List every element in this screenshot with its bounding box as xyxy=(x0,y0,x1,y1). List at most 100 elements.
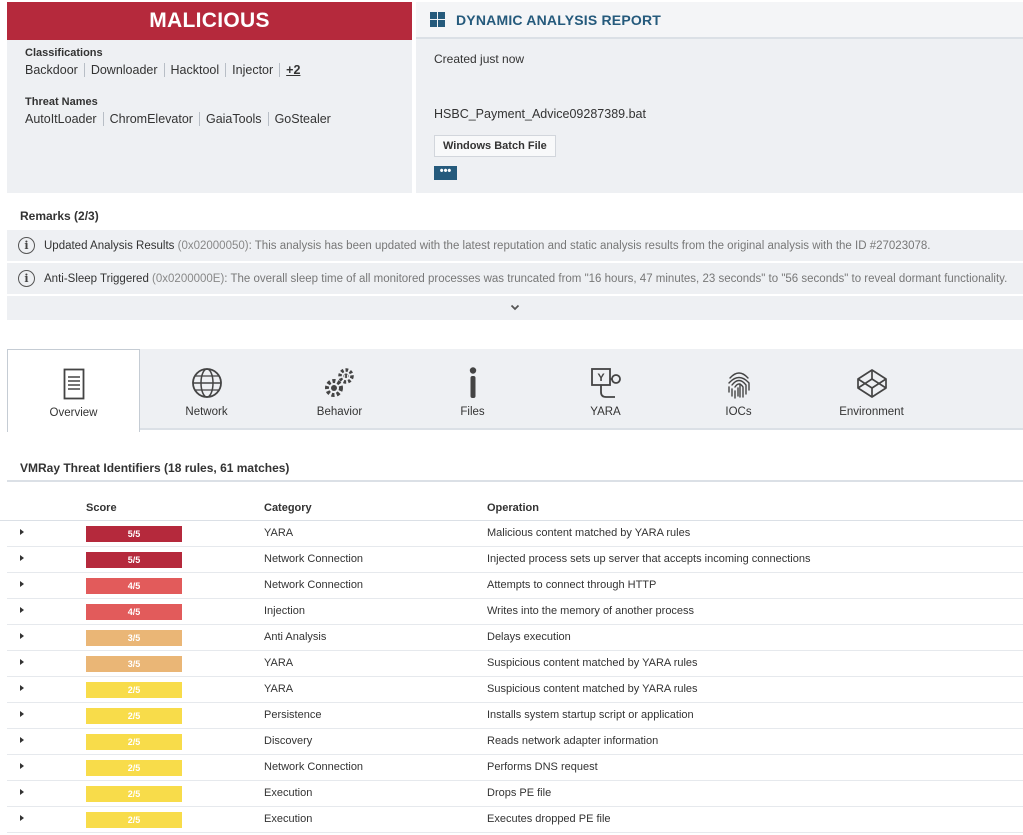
globe-icon xyxy=(191,368,222,398)
verdict-panel: MALICIOUS Classifications Backdoor Downlo… xyxy=(7,2,412,193)
expand-caret-icon[interactable] xyxy=(20,789,24,795)
score-badge: 2/5 xyxy=(86,708,182,724)
operation-cell: Delays execution xyxy=(487,631,571,643)
expand-caret-icon[interactable] xyxy=(20,711,24,717)
score-badge: 2/5 xyxy=(86,812,182,828)
tab-label: Behavior xyxy=(316,406,363,418)
tab-files[interactable]: Files xyxy=(406,349,539,430)
classification-tag: Injector xyxy=(225,63,280,77)
tab-iocs[interactable]: IOCs xyxy=(672,349,805,430)
table-row[interactable]: 2/5 Persistence Installs system startup sc… xyxy=(7,703,1023,729)
threat-names-list: AutoItLoader ChromElevator GaiaTools GoStea… xyxy=(25,112,337,126)
expand-caret-icon[interactable] xyxy=(20,659,24,665)
classification-tag: Backdoor xyxy=(25,63,78,77)
score-badge: 2/5 xyxy=(86,682,182,698)
expand-caret-icon[interactable] xyxy=(20,607,24,613)
category-cell: Execution xyxy=(264,787,313,799)
tab-label: Network xyxy=(185,406,228,418)
classifications-list: Backdoor Downloader Hacktool Injector +2 xyxy=(25,63,307,77)
category-cell: Discovery xyxy=(264,735,313,747)
category-cell: Anti Analysis xyxy=(264,631,327,643)
report-panel: DYNAMIC ANALYSIS REPORT Created just now… xyxy=(416,2,1023,193)
table-row[interactable]: 2/5 YARA Suspicious content matched by YAR… xyxy=(7,677,1023,703)
remark-item: i Updated Analysis Results (0x02000050):… xyxy=(7,230,1023,263)
classification-tag: Hacktool xyxy=(163,63,226,77)
category-cell: Network Connection xyxy=(264,579,364,591)
remark-code: (0x02000050) xyxy=(177,239,249,252)
column-header-score[interactable]: Score xyxy=(86,502,117,514)
remark-text: : This analysis has been updated with th… xyxy=(248,239,931,252)
score-badge: 4/5 xyxy=(86,578,182,594)
tab-label: Environment xyxy=(839,406,904,418)
remark-code: (0x0200000E) xyxy=(152,272,225,285)
table-row[interactable]: 3/5 YARA Suspicious content matched by YAR… xyxy=(7,651,1023,677)
table-row[interactable]: 5/5 YARA Malicious content matched by YARA… xyxy=(7,521,1023,547)
tab-overview[interactable]: Overview xyxy=(7,349,140,432)
operation-cell: Injected process sets up server that acc… xyxy=(487,553,811,565)
section-divider xyxy=(7,480,1023,482)
operation-cell: Malicious content matched by YARA rules xyxy=(487,527,691,539)
report-header: DYNAMIC ANALYSIS REPORT xyxy=(416,2,1023,39)
column-header-operation[interactable]: Operation xyxy=(487,502,539,514)
created-time: Created just now xyxy=(434,52,525,66)
tab-environment[interactable]: Environment xyxy=(805,349,938,430)
remark-name: Anti-Sleep Triggered xyxy=(44,272,149,285)
table-row[interactable]: 4/5 Network Connection Attempts to connect… xyxy=(7,573,1023,599)
table-header: Score Category Operation xyxy=(0,501,1023,521)
expand-caret-icon[interactable] xyxy=(20,633,24,639)
table-row[interactable]: 2/5 Network Connection Performs DNS reques… xyxy=(7,755,1023,781)
tab-label: Files xyxy=(460,406,485,418)
table-row[interactable]: 5/5 Network Connection Injected process se… xyxy=(7,547,1023,573)
expand-caret-icon[interactable] xyxy=(20,555,24,561)
document-icon xyxy=(63,368,84,400)
operation-cell: Executes dropped PE file xyxy=(487,813,611,825)
column-header-category[interactable]: Category xyxy=(264,502,312,514)
threat-name-tag: ChromElevator xyxy=(102,112,199,126)
remark-item: i Anti-Sleep Triggered (0x0200000E): The… xyxy=(7,263,1023,296)
more-classifications-link[interactable]: +2 xyxy=(279,63,307,77)
remark-text: : The overall sleep time of all monitore… xyxy=(224,272,1008,285)
windows-icon xyxy=(430,11,446,28)
gears-icon: U xyxy=(324,368,354,397)
category-cell: Persistence xyxy=(264,709,322,721)
table-row[interactable]: 2/5 Execution Executes dropped PE file xyxy=(7,807,1023,833)
verdict-banner: MALICIOUS xyxy=(7,2,412,40)
table-row[interactable]: 3/5 Anti Analysis Delays execution xyxy=(7,625,1023,651)
tab-behavior[interactable]: U Behavior xyxy=(273,349,406,430)
more-options-button[interactable]: ••• xyxy=(434,166,457,180)
filetype-badge: Windows Batch File xyxy=(434,135,556,157)
score-badge: 5/5 xyxy=(86,526,182,542)
table-row[interactable]: 4/5 Injection Writes into the memory of an… xyxy=(7,599,1023,625)
classification-tag: Downloader xyxy=(83,63,164,77)
expand-caret-icon[interactable] xyxy=(20,737,24,743)
expand-caret-icon[interactable] xyxy=(20,529,24,535)
operation-cell: Attempts to connect through HTTP xyxy=(487,579,657,591)
tab-yara[interactable]: Y YARA xyxy=(539,349,672,430)
expand-caret-icon[interactable] xyxy=(20,763,24,769)
tab-network[interactable]: Network xyxy=(140,349,273,430)
operation-cell: Suspicious content matched by YARA rules xyxy=(487,683,698,695)
threat-names-label: Threat Names xyxy=(25,96,98,108)
operation-cell: Writes into the memory of another proces… xyxy=(487,605,695,617)
threat-name-tag: AutoItLoader xyxy=(25,112,97,126)
expand-caret-icon[interactable] xyxy=(20,815,24,821)
category-cell: Injection xyxy=(264,605,305,617)
info-circle-icon: i xyxy=(18,270,35,287)
table-row[interactable]: 2/5 Execution Drops PE file xyxy=(7,781,1023,807)
chevron-down-icon xyxy=(510,304,520,310)
operation-cell: Drops PE file xyxy=(487,787,552,799)
operation-cell: Installs system startup script or applic… xyxy=(487,709,694,721)
operation-cell: Performs DNS request xyxy=(487,761,598,773)
svg-text:Y: Y xyxy=(597,372,605,384)
table-row[interactable]: 2/5 Discovery Reads network adapter inform… xyxy=(7,729,1023,755)
expand-caret-icon[interactable] xyxy=(20,685,24,691)
expand-remarks-button[interactable] xyxy=(7,296,1023,320)
fingerprint-icon xyxy=(727,372,750,399)
category-cell: Network Connection xyxy=(264,553,364,565)
codepen-icon xyxy=(856,369,887,398)
report-tabs: Overview Network U Behavior Files Y YARA… xyxy=(7,349,1023,432)
expand-caret-icon[interactable] xyxy=(20,581,24,587)
score-badge: 2/5 xyxy=(86,734,182,750)
operation-cell: Reads network adapter information xyxy=(487,735,659,747)
sample-filename: HSBC_Payment_Advice09287389.bat xyxy=(434,107,646,121)
